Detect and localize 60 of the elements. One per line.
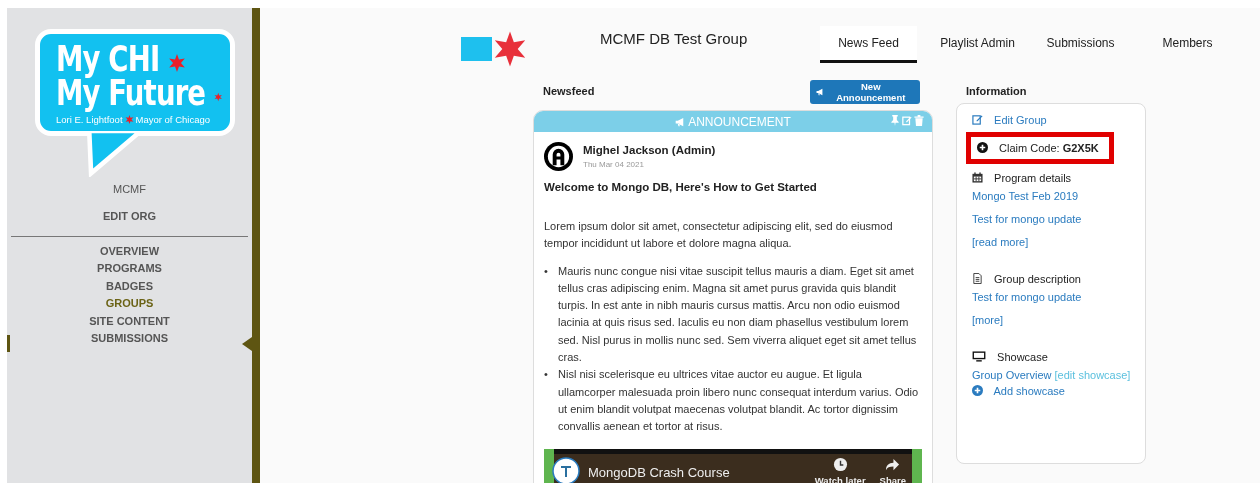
org-name-link[interactable]: MCMF [113,183,146,195]
bullet-item: Nisl nisi scelerisque eu ultrices vitae auctor eu augue. Et ligula ullamcorper malesuada proin libero nunc consequat interdum varius. Odio ut enim blandit volutpat maecenas volutpat blandit. Ac tortor dignissim convallis aenean et tortor at risus. [558,367,920,435]
info-link[interactable]: [read more] [972,236,1029,248]
star-icon [124,115,134,124]
author-name: Mighel Jackson (Admin) [583,144,716,156]
plus-circle-icon [977,142,988,153]
video-title: MongoDB Crash Course [588,464,731,480]
group-title: MCMF DB Test Group [600,30,749,47]
logo-tagline: Mayor of Chicago [135,114,210,125]
flag-logo-icon [461,31,527,67]
nav-item[interactable]: OVERVIEW [99,243,160,261]
section-title: Newsfeed [543,85,595,97]
watch-later-button[interactable]: Watch later [814,456,866,483]
edit-icon [972,114,983,125]
tab[interactable]: Members [1139,26,1236,63]
document-icon [972,273,983,284]
megaphone-icon [816,88,825,96]
logo-text: My CHI [56,42,160,76]
edit-org-link[interactable]: EDIT ORG [102,210,157,222]
tab[interactable]: News Feed [820,26,917,63]
trash-icon[interactable] [914,115,924,126]
plus-circle-icon [972,385,983,396]
bullet-item: Mauris nunc congue nisi vitae suscipit tellus mauris a diam. Eget sit amet tellus cras adipiscing enim. Magna sit amet purus gravida quis blandit turpis. In est ante in nibh mauris cursus mattis. Arcu non odio euismod lacinia at quis risus sed. Iaculis eu non diam phasellus vestibulum lorem sed. Nisl purus in mollis nunc sed. Sem viverra aliquet eget sit amet tellus cras. [558,263,918,366]
bullet-marker: • [544,367,549,383]
info-link[interactable]: [more] [972,314,1004,326]
new-announcement-button[interactable]: New Announcement [810,80,920,104]
nav-item[interactable]: SUBMISSIONS [91,330,168,348]
action-link[interactable]: Add showcase [972,385,1145,397]
channel-avatar-icon [552,456,580,483]
share-icon [885,456,901,472]
bullet-marker: • [544,263,549,279]
info-link[interactable]: Test for mongo update [972,291,1082,303]
pin-icon[interactable] [890,115,900,126]
info-link[interactable]: Group Overview [972,369,1052,381]
banner-title: ANNOUNCEMENT [675,114,791,129]
edit-icon[interactable] [902,115,912,126]
monitor-icon [972,351,986,362]
claim-code: Claim Code: G2X5K [966,132,1114,164]
tab[interactable]: Playlist Admin [929,26,1026,63]
nav-item[interactable]: GROUPS [105,295,154,313]
post-paragraph: Lorem ipsum dolor sit amet, consectetur adipiscing elit, sed do eiusmod tempor incididunt ut labore et dolore magna aliqua. [544,219,894,252]
nav-item[interactable]: SITE CONTENT [89,312,170,331]
avatar-icon [544,142,573,171]
tab[interactable]: Submissions [1032,26,1129,63]
post-headline: Welcome to Mongo DB, Here's How to Get Started [544,181,818,193]
info-link[interactable]: Test for mongo update [972,213,1082,225]
calendar-icon [972,172,983,183]
post-date: Thu Mar 04 2021 [583,160,645,169]
info-link[interactable]: Mongo Test Feb 2019 [972,190,1079,202]
section-heading: Group description [994,273,1081,285]
logo-tagline: Lori E. Lightfoot [56,114,123,125]
section-heading: Program details [994,172,1072,184]
clock-icon [832,456,848,472]
section-title: Information [966,85,1028,97]
share-button[interactable]: Share [879,456,906,483]
nav-item[interactable]: BADGES [105,277,154,296]
section-heading: Showcase [997,351,1048,363]
nav-item[interactable]: PROGRAMS [97,260,162,278]
action-link[interactable]: Edit Group [972,114,1145,126]
star-icon [167,54,186,72]
